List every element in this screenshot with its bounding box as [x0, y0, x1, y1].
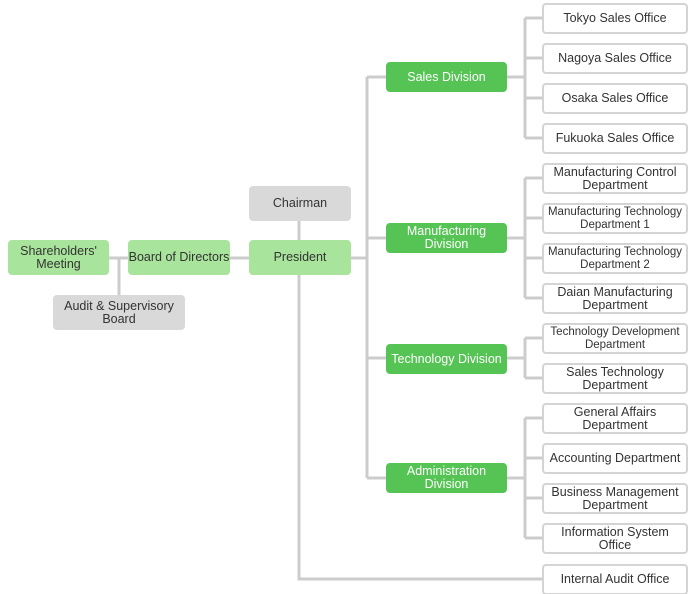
unit-box: Osaka Sales Office [542, 83, 688, 114]
unit-box: Nagoya Sales Office [542, 43, 688, 74]
board-of-directors-box: Board of Directors [128, 240, 230, 275]
unit-box: Business Management Department [542, 483, 688, 514]
unit-box: Tokyo Sales Office [542, 3, 688, 34]
sales-division-box: Sales Division [386, 62, 507, 92]
unit-box: Sales Technology Department [542, 363, 688, 394]
unit-box: Manufacturing Technology Department 2 [542, 243, 688, 274]
administration-division-box: Administration Division [386, 463, 507, 493]
unit-box: Technology Development Department [542, 323, 688, 354]
audit-supervisory-board-box: Audit & Supervisory Board [53, 295, 185, 330]
internal-audit-office-box: Internal Audit Office [542, 564, 688, 594]
unit-box: Daian Manufacturing Department [542, 283, 688, 314]
manufacturing-division-box: Manufacturing Division [386, 223, 507, 253]
unit-box: Manufacturing Technology Department 1 [542, 203, 688, 234]
unit-box: Information System Office [542, 523, 688, 554]
president-box: President [249, 240, 351, 275]
org-chart: Shareholders' Meeting Board of Directors… [0, 0, 688, 594]
unit-box: Manufacturing Control Department [542, 163, 688, 194]
unit-box: Fukuoka Sales Office [542, 123, 688, 154]
unit-box: Accounting Department [542, 443, 688, 474]
chairman-box: Chairman [249, 186, 351, 221]
technology-division-box: Technology Division [386, 344, 507, 374]
unit-box: General Affairs Department [542, 403, 688, 434]
shareholders-meeting-box: Shareholders' Meeting [8, 240, 109, 275]
